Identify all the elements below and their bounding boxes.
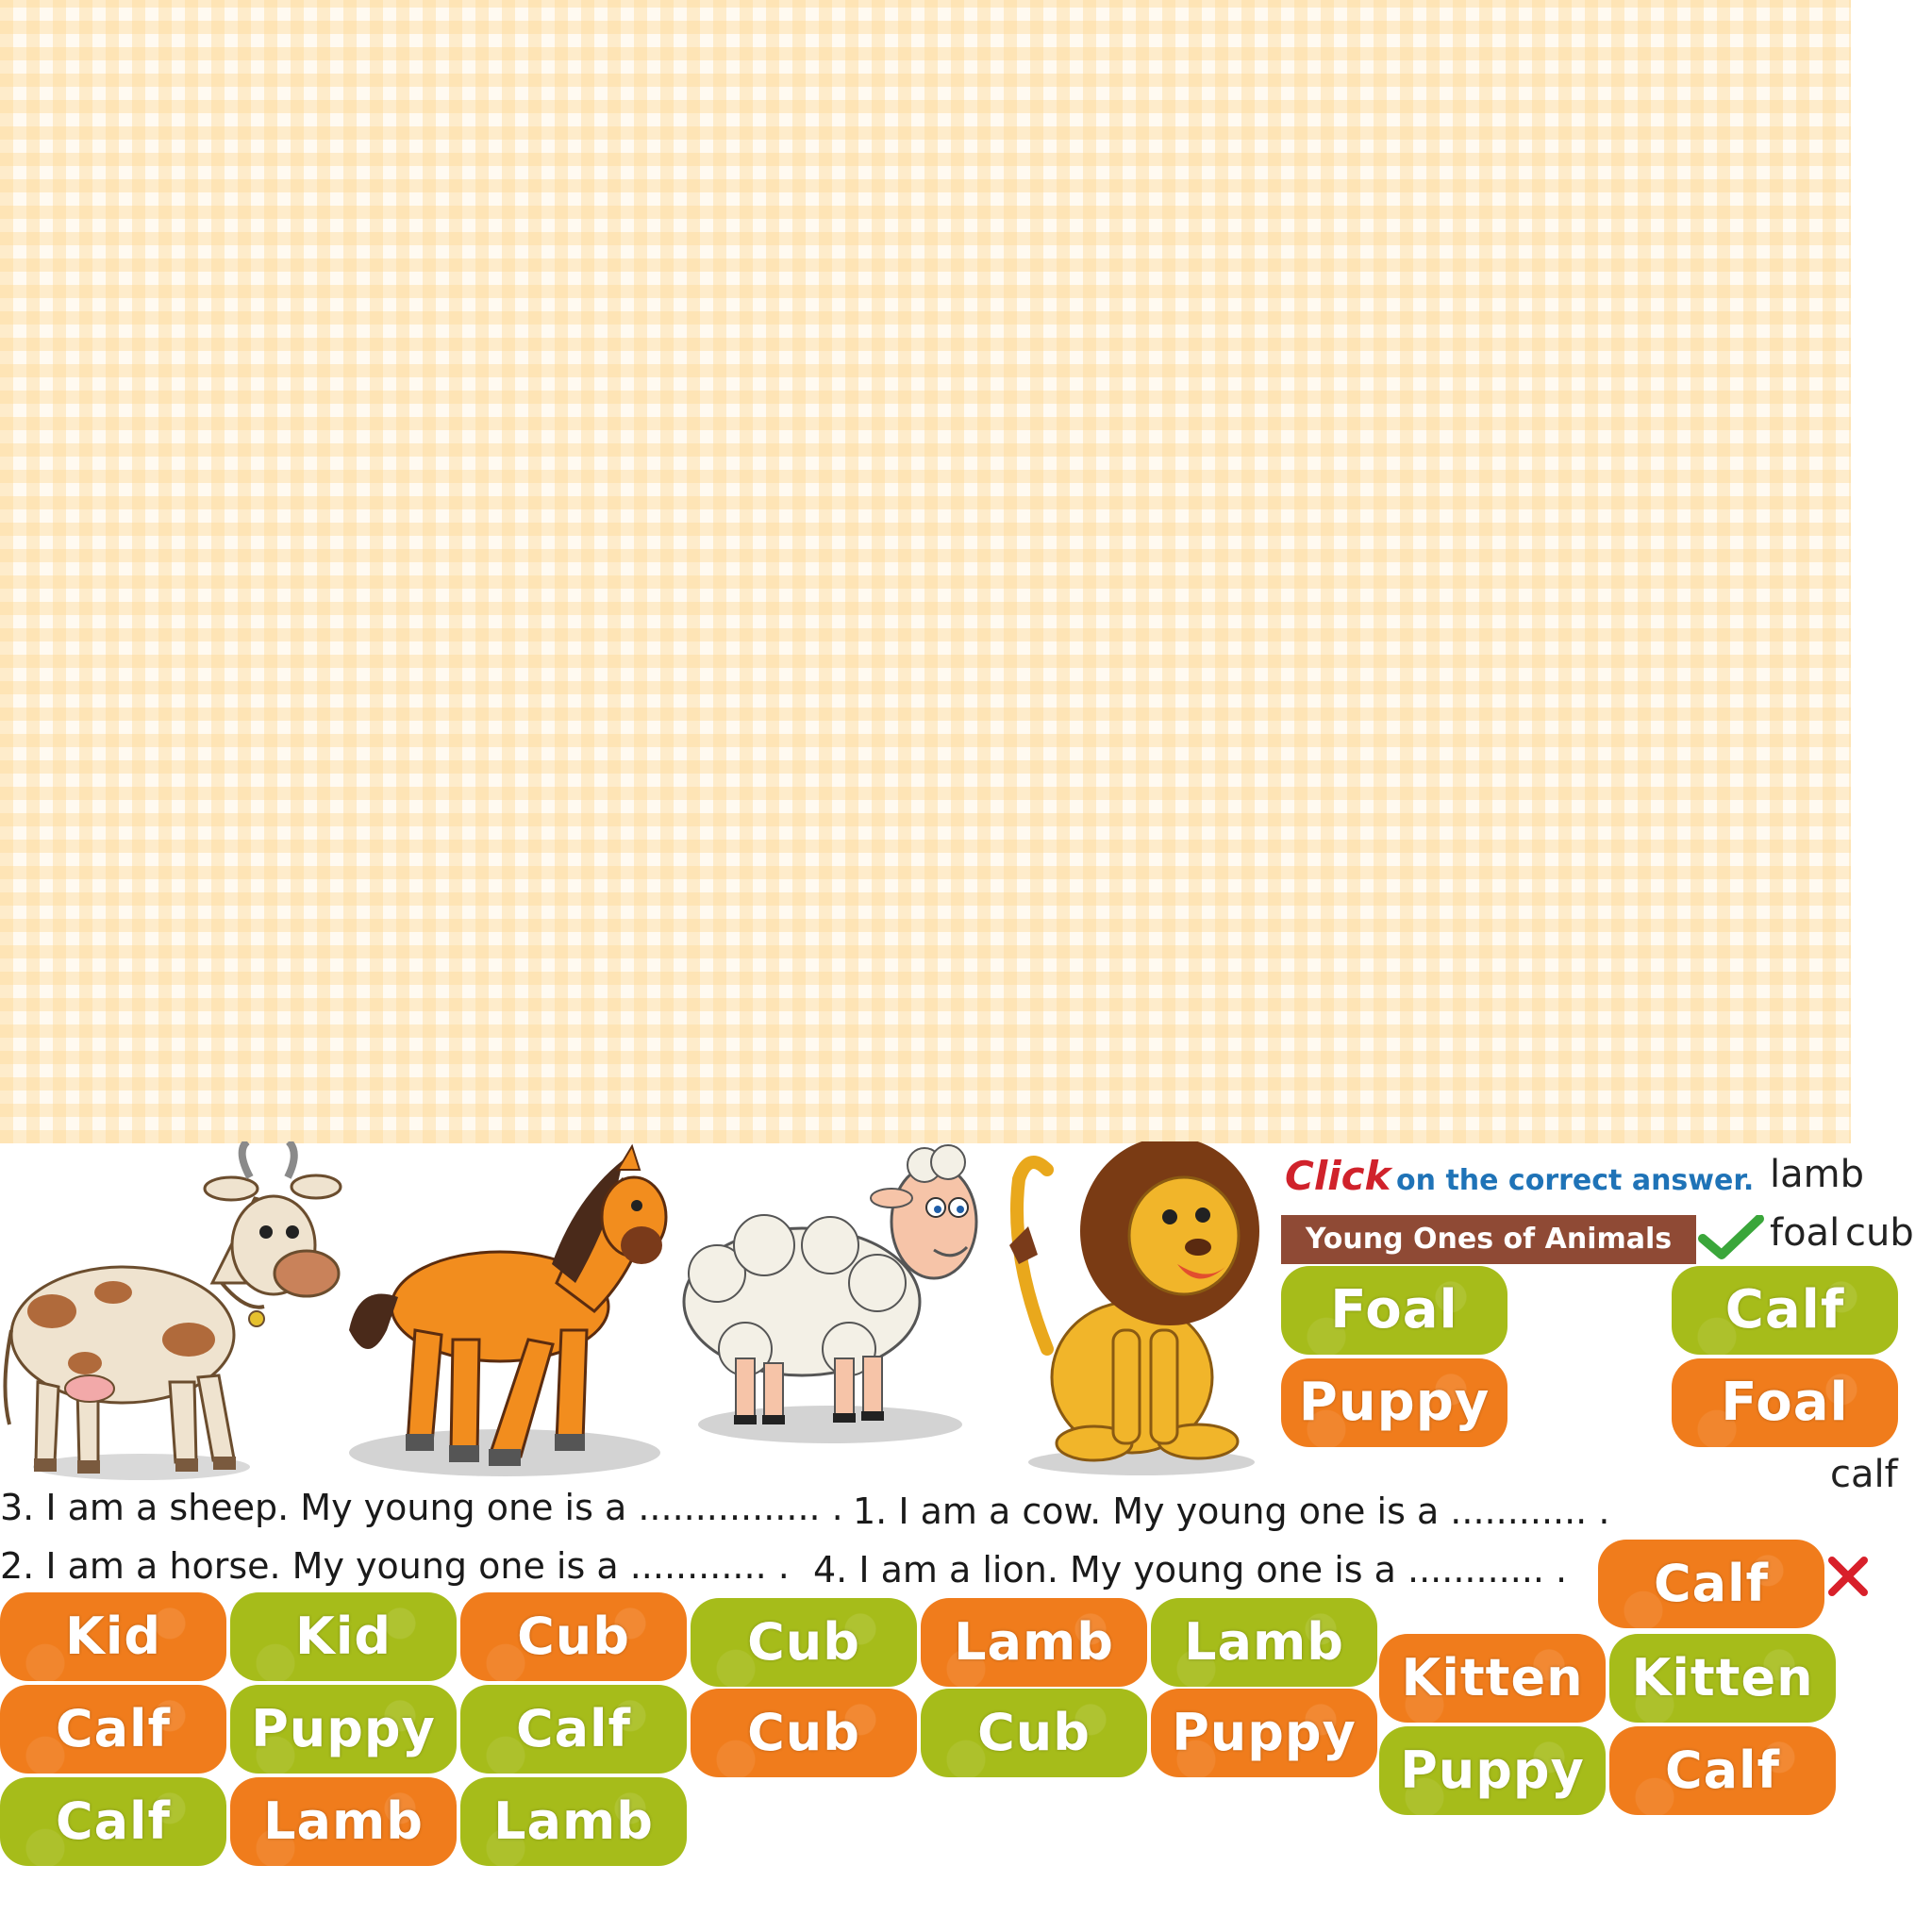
answer-kitten-1[interactable]: Kitten bbox=[1379, 1634, 1606, 1723]
answer-calf-3[interactable]: Calf bbox=[0, 1777, 226, 1866]
answer-cub-4[interactable]: Cub bbox=[921, 1689, 1147, 1777]
answer-cub-2[interactable]: Cub bbox=[691, 1598, 917, 1687]
sentence-2: 2. I am a horse. My young one is a .....… bbox=[0, 1545, 790, 1587]
title-banner: Young Ones of Animals bbox=[1281, 1215, 1696, 1264]
loose-word-cub[interactable]: cub bbox=[1845, 1211, 1914, 1255]
answer-kid-2[interactable]: Kid bbox=[230, 1592, 457, 1681]
cross-icon bbox=[1828, 1557, 1868, 1596]
click-word: Click bbox=[1285, 1153, 1391, 1199]
answer-puppy-3[interactable]: Puppy bbox=[1379, 1726, 1606, 1815]
horse-image bbox=[349, 1143, 668, 1476]
instruction-text: Click on the correct answer. bbox=[1285, 1153, 1754, 1199]
answer-kitten-2[interactable]: Kitten bbox=[1609, 1634, 1836, 1723]
loose-word-calf[interactable]: calf bbox=[1830, 1453, 1898, 1496]
sentence-1: 1. I am a cow. My young one is a .......… bbox=[853, 1491, 1610, 1532]
answer-cub-1[interactable]: Cub bbox=[460, 1592, 687, 1681]
option-calf-orange-top[interactable]: Calf bbox=[1598, 1540, 1824, 1628]
answer-lamb-4[interactable]: Lamb bbox=[460, 1777, 687, 1866]
answer-lamb-3[interactable]: Lamb bbox=[230, 1777, 457, 1866]
answer-lamb-2[interactable]: Lamb bbox=[1151, 1598, 1377, 1687]
answer-puppy-2[interactable]: Puppy bbox=[1151, 1689, 1377, 1777]
loose-word-foal[interactable]: foal bbox=[1770, 1211, 1840, 1255]
option-puppy-orange[interactable]: Puppy bbox=[1281, 1358, 1507, 1447]
cow-image bbox=[3, 1141, 342, 1480]
sentence-4: 4. I am a lion. My young one is a ......… bbox=[813, 1549, 1568, 1591]
answer-cub-3[interactable]: Cub bbox=[691, 1689, 917, 1777]
instruction-rest: on the correct answer. bbox=[1396, 1164, 1755, 1197]
gingham-background bbox=[0, 0, 1851, 1143]
answer-calf-1[interactable]: Calf bbox=[0, 1685, 226, 1774]
answer-calf-4[interactable]: Calf bbox=[1609, 1726, 1836, 1815]
option-foal-green[interactable]: Foal bbox=[1281, 1266, 1507, 1355]
option-calf-green[interactable]: Calf bbox=[1672, 1266, 1898, 1355]
sheep-image bbox=[682, 1144, 978, 1443]
option-foal-orange[interactable]: Foal bbox=[1672, 1358, 1898, 1447]
loose-word-lamb[interactable]: lamb bbox=[1770, 1153, 1864, 1196]
answer-puppy-1[interactable]: Puppy bbox=[230, 1685, 457, 1774]
sentence-3: 3. I am a sheep. My young one is a .....… bbox=[0, 1487, 843, 1528]
answer-calf-2[interactable]: Calf bbox=[460, 1685, 687, 1774]
answer-kid-1[interactable]: Kid bbox=[0, 1592, 226, 1681]
check-icon bbox=[1698, 1215, 1764, 1259]
lion-image bbox=[1009, 1141, 1259, 1475]
answer-lamb-1[interactable]: Lamb bbox=[921, 1598, 1147, 1687]
